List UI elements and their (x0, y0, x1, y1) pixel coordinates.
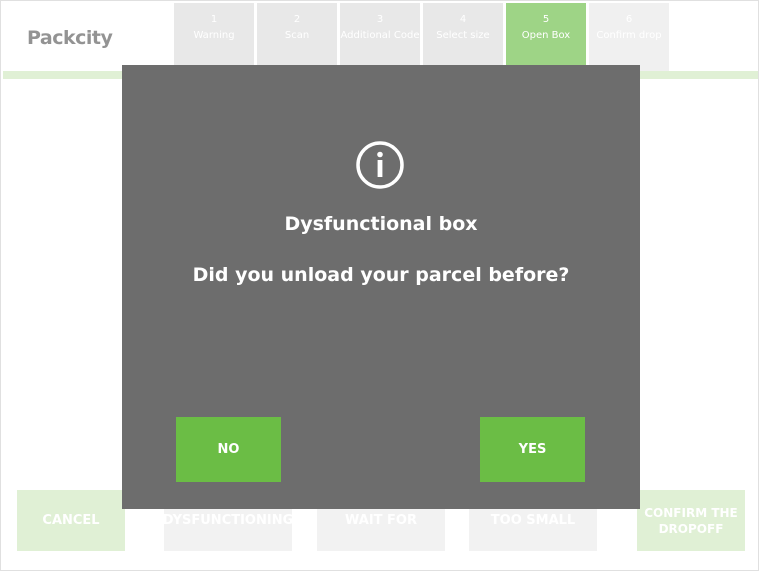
yes-label: YES (518, 442, 547, 457)
yes-button[interactable]: YES (480, 417, 585, 482)
no-label: NO (217, 442, 240, 457)
info-circle-icon (356, 141, 404, 189)
no-button[interactable]: NO (176, 417, 281, 482)
dysfunctional-box-dialog: Dysfunctional box Did you unload your pa… (122, 65, 640, 509)
dialog-question: Did you unload your parcel before? (192, 264, 570, 286)
dialog-title: Dysfunctional box (284, 213, 478, 235)
